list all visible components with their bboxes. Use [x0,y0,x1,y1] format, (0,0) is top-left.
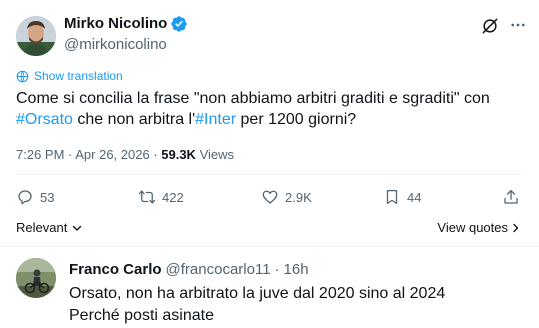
like-count: 2.9K [285,189,312,205]
grok-icon[interactable] [480,16,500,36]
reply-icon [18,190,32,205]
translate-icon [16,70,29,82]
sort-dropdown[interactable]: Relevant [16,219,83,237]
hashtag-link[interactable]: #Inter [195,111,236,128]
bookmark-icon [386,189,398,205]
reply-count: 53 [40,189,55,205]
views-count: 59.3K [161,147,196,162]
reply-timestamp[interactable]: 16h [284,260,309,280]
tweet-text-part: che non arbitra l' [72,111,196,128]
retweet-icon [138,190,156,204]
show-translation-text[interactable]: Show translation [34,68,123,84]
reply-avatar[interactable] [16,258,56,298]
author-name[interactable]: Mirko Nicolino [64,14,188,34]
tweet-text: Come si concilia la frase "non abbiamo a… [16,88,526,130]
like-button[interactable]: 2.9K [261,188,312,206]
view-quotes-link[interactable]: View quotes [437,219,521,237]
chevron-right-icon [513,223,519,233]
tweet-text-part: per 1200 giorni? [236,111,357,128]
share-icon [504,189,518,204]
reply-separator: · [274,261,280,278]
reply-button[interactable]: 53 [16,188,54,206]
author-handle[interactable]: @mirkonicolino [64,35,167,55]
author-name-text[interactable]: Mirko Nicolino [64,14,167,34]
main-tweet: Mirko Nicolino @mirkonicolino Show trans… [0,0,539,247]
reply-header: Franco Carlo @francocarlo11 · 16h [69,260,309,280]
reply-text-line: Orsato, non ha arbitrato la juve dal 202… [69,285,446,302]
tweet-timestamp[interactable]: 7:26 PM · Apr 26, 2026 · [16,147,161,162]
divider [16,174,523,175]
share-button[interactable] [502,188,520,206]
view-quotes-label[interactable]: View quotes [437,219,508,237]
reply-text: Orsato, non ha arbitrato la juve dal 202… [69,283,529,327]
retweet-count: 422 [162,189,184,205]
tweet-meta: 7:26 PM · Apr 26, 2026 · 59.3K Views [16,146,234,164]
tweet-text-part: Come si concilia la frase "non abbiamo a… [16,90,490,107]
bookmark-button[interactable]: 44 [383,188,421,206]
retweet-button[interactable]: 422 [138,188,184,206]
verified-badge-icon [171,16,188,32]
hashtag-link[interactable]: #Orsato [16,111,73,128]
reply-tweet[interactable]: Franco Carlo @francocarlo11 · 16h Orsato… [0,247,539,328]
reply-author-handle[interactable]: @francocarlo11 [166,260,271,280]
chevron-down-icon [73,225,82,231]
sort-label[interactable]: Relevant [16,219,67,237]
show-translation-link[interactable]: Show translation [16,68,123,84]
views-label: Views [195,147,235,162]
action-bar: 53 422 2.9K 44 [0,188,539,214]
reply-text-line: Perché posti asinate [69,307,214,324]
more-icon[interactable] [509,16,527,34]
bookmark-count: 44 [407,189,422,205]
author-avatar[interactable] [16,16,56,56]
reply-author-name[interactable]: Franco Carlo [69,260,162,280]
like-icon [262,190,278,204]
